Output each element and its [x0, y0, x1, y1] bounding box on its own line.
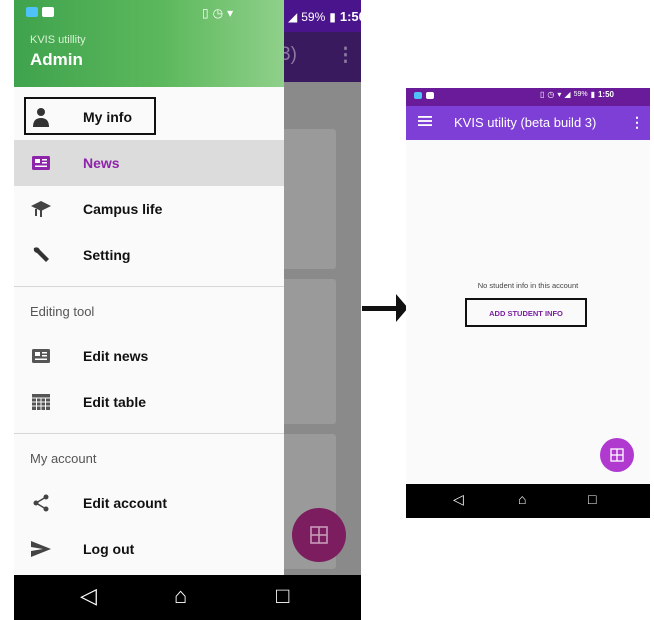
- drawer-item-label: Edit news: [83, 348, 149, 364]
- drawer-item-log-out[interactable]: Log out: [14, 526, 284, 572]
- battery-icon: ▮: [590, 90, 595, 99]
- drawer-item-label: News: [83, 155, 120, 171]
- drawer-section-account: My account: [30, 451, 97, 466]
- app-title: KVIS utility (beta build 3): [454, 115, 597, 130]
- grid-icon: [610, 448, 624, 462]
- back-icon[interactable]: ◁: [80, 583, 97, 609]
- home-icon[interactable]: ⌂: [518, 491, 526, 507]
- nav-bar: ◁ ⌂ □: [14, 575, 361, 620]
- drawer-item-edit-table[interactable]: Edit table: [14, 379, 284, 425]
- drawer-item-label: Setting: [83, 247, 131, 263]
- alarm-icon: ◷: [212, 6, 224, 20]
- drawer-section-editing: Editing tool: [30, 304, 95, 319]
- clock: 1:50: [339, 9, 361, 24]
- clock: 1:50: [597, 90, 614, 99]
- right-phone-screenshot: ▯ ◷ ▾ ◢ 59% ▮ 1:50 KVIS utility (beta bu…: [406, 88, 650, 518]
- drawer-user-name: Admin: [30, 50, 83, 69]
- drawer-divider: [14, 433, 284, 434]
- nav-bar: ◁ ⌂ □: [406, 484, 650, 518]
- vibrate-icon: ▯: [540, 90, 545, 99]
- vibrate-icon: ▯: [202, 6, 209, 20]
- drawer-item-campus-life[interactable]: Campus life: [14, 186, 284, 232]
- drawer-item-label: Log out: [83, 541, 135, 557]
- app-bar: KVIS utility (beta build 3) ⋮: [406, 106, 650, 140]
- drawer-item-label: Edit account: [83, 495, 168, 511]
- more-icon: ⋮: [336, 45, 355, 66]
- recents-icon[interactable]: □: [588, 491, 596, 507]
- app-notification-icon: [414, 92, 422, 99]
- hamburger-menu-icon[interactable]: [418, 114, 432, 128]
- drawer-item-setting[interactable]: Setting: [14, 232, 284, 278]
- back-icon[interactable]: ◁: [453, 491, 464, 508]
- fab-button[interactable]: [600, 438, 634, 472]
- signal-icon: ◢: [564, 90, 571, 99]
- drawer-status-bar: ▯ ◷ ▾: [14, 0, 284, 28]
- empty-state-message: No student info in this account: [477, 281, 579, 290]
- alarm-icon: ◷: [547, 90, 555, 99]
- share-icon: [30, 492, 52, 514]
- home-icon[interactable]: ⌂: [174, 583, 187, 609]
- more-icon[interactable]: ⋮: [630, 114, 644, 131]
- campus-icon: [30, 198, 52, 220]
- recents-icon[interactable]: □: [276, 583, 289, 609]
- wrench-icon: [30, 244, 52, 266]
- send-icon: [30, 538, 52, 560]
- battery-icon: ▮: [329, 9, 336, 24]
- highlight-box-my-info: [24, 97, 156, 135]
- battery-percent: 59%: [573, 91, 588, 98]
- status-bar: ▯ ◷ ▾ ◢ 59% ▮ 1:50: [406, 88, 650, 106]
- arrow-shaft: [362, 306, 400, 311]
- app-notification-icon: [26, 7, 38, 17]
- image-notification-icon: [426, 92, 434, 99]
- image-notification-icon: [42, 7, 54, 17]
- drawer-item-label: Campus life: [83, 201, 163, 217]
- news-icon: [30, 152, 52, 174]
- drawer-item-edit-account[interactable]: Edit account: [14, 480, 284, 526]
- drawer-item-edit-news[interactable]: Edit news: [14, 333, 284, 379]
- wifi-icon: ▾: [227, 6, 234, 20]
- fab-button[interactable]: [292, 508, 346, 562]
- drawer-header: ▯ ◷ ▾ KVIS utillity Admin: [14, 0, 284, 87]
- edit-news-icon: [30, 345, 52, 367]
- battery-percent: 59%: [301, 9, 326, 24]
- drawer-app-name: KVIS utillity: [30, 34, 86, 46]
- add-student-info-button[interactable]: ADD STUDENT INFO: [465, 309, 587, 318]
- left-phone-screenshot: 3) ⋮ ◁ ⌂ □ ▯ ◷ ▾ KVIS utillity Admin My …: [14, 0, 361, 620]
- drawer-item-news[interactable]: News: [14, 140, 284, 186]
- wifi-icon: ▾: [557, 90, 562, 99]
- signal-icon: ◢: [288, 9, 298, 24]
- drawer-item-label: Edit table: [83, 394, 147, 410]
- drawer-divider: [14, 286, 284, 287]
- grid-icon: [310, 526, 328, 544]
- navigation-drawer: ▯ ◷ ▾ KVIS utillity Admin My info News C…: [14, 0, 284, 575]
- table-icon: [30, 391, 52, 413]
